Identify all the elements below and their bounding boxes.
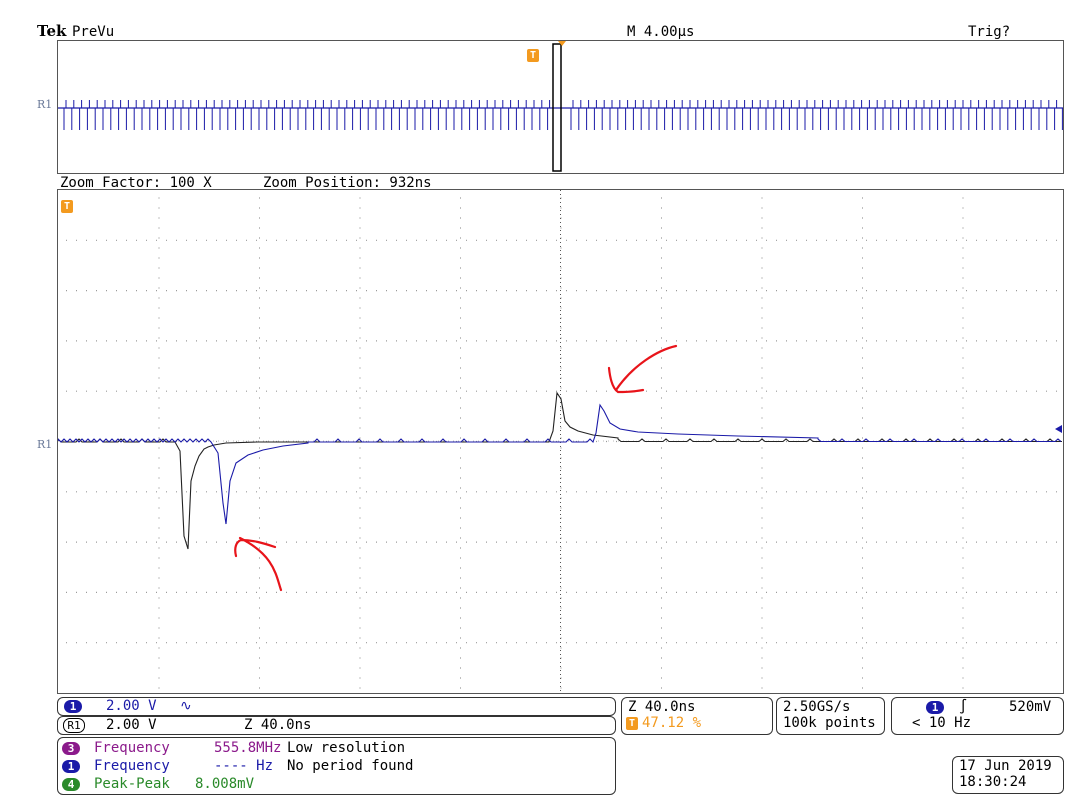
overview-trigger-marker: T — [527, 49, 539, 62]
measurement-value: 8.008mV — [195, 776, 255, 792]
acquisition-readout[interactable]: 2.50GS/s 100k points — [776, 697, 885, 735]
ch1-readout[interactable]: 1 2.00 V ∿ — [57, 697, 616, 716]
measurements-panel[interactable]: 3 Frequency 555.8MHz Low resolution 1 Fr… — [57, 737, 616, 795]
measurement-row: 4 Peak-Peak 8.008mV — [62, 776, 602, 793]
measurement-name: Frequency — [94, 740, 170, 756]
overview-waveform-panel[interactable]: T — [57, 40, 1064, 174]
r1-badge: R1 — [63, 718, 85, 733]
trigger-frequency: < 10 Hz — [912, 715, 972, 731]
measurement-note: Low resolution — [287, 740, 406, 756]
measurement-value: ---- Hz — [214, 758, 274, 774]
r1-readout[interactable]: R1 2.00 V Z 40.0ns — [57, 716, 616, 735]
horizontal-zoom: Z 40.0ns — [628, 699, 696, 715]
horizontal-readout[interactable]: Z 40.0ns T 47.12 % — [621, 697, 773, 735]
measurement-row: 1 Frequency ---- Hz No period found — [62, 758, 602, 775]
measurement-row: 3 Frequency 555.8MHz Low resolution — [62, 740, 602, 757]
ch1-coupling-icon: ∿ — [180, 698, 192, 714]
ch1-badge: 1 — [62, 760, 80, 773]
trigger-position-icon: T — [626, 717, 638, 730]
measurement-name: Frequency — [94, 758, 170, 774]
ch1-badge: 1 — [64, 700, 82, 713]
acquisition-mode: PreVu — [72, 24, 115, 40]
trigger-source-badge: 1 — [926, 701, 944, 714]
record-length: 100k points — [783, 715, 876, 731]
trigger-slope-icon: ∫ — [959, 699, 968, 715]
zoom-waveform-plot — [58, 190, 1063, 693]
ch3-badge: 3 — [62, 742, 80, 755]
trigger-position: 47.12 % — [642, 715, 702, 731]
ch1-trace — [58, 403, 1062, 525]
graticule-dots — [66, 197, 1057, 689]
trigger-status: Trig? — [968, 24, 1011, 40]
zoom-ref-label: R1 — [37, 438, 53, 451]
trigger-readout[interactable]: 1 ∫ 520mV < 10 Hz — [891, 697, 1064, 735]
r1-scale: 2.00 V — [106, 717, 157, 733]
trigger-level: 520mV — [1009, 699, 1052, 715]
annotation-arrow-upper — [614, 344, 678, 392]
time: 18:30:24 — [959, 774, 1027, 790]
ch4-badge: 4 — [62, 778, 80, 791]
ch1-scale: 2.00 V — [106, 698, 157, 714]
measurement-value: 555.8MHz — [214, 740, 282, 756]
measurement-name: Peak-Peak — [94, 776, 170, 792]
overview-waveform-plot — [58, 41, 1063, 172]
overview-pulses — [63, 100, 1063, 130]
measurement-note: No period found — [287, 758, 414, 774]
reference-trace — [58, 391, 1062, 550]
datetime-readout: 17 Jun 2019 18:30:24 — [952, 756, 1064, 794]
timebase-readout: M 4.00µs — [627, 24, 695, 40]
overview-ref-label: R1 — [37, 98, 53, 111]
zoom-waveform-panel[interactable]: T — [57, 189, 1064, 694]
date: 17 Jun 2019 — [959, 758, 1052, 774]
brand-logo: Tek — [37, 22, 67, 40]
zoom-trigger-marker: T — [61, 200, 73, 213]
sample-rate: 2.50GS/s — [783, 699, 851, 715]
r1-zoom: Z 40.0ns — [244, 717, 312, 733]
annotation-arrow-upper-head — [607, 366, 645, 394]
ch1-level-arrow — [1055, 425, 1062, 433]
